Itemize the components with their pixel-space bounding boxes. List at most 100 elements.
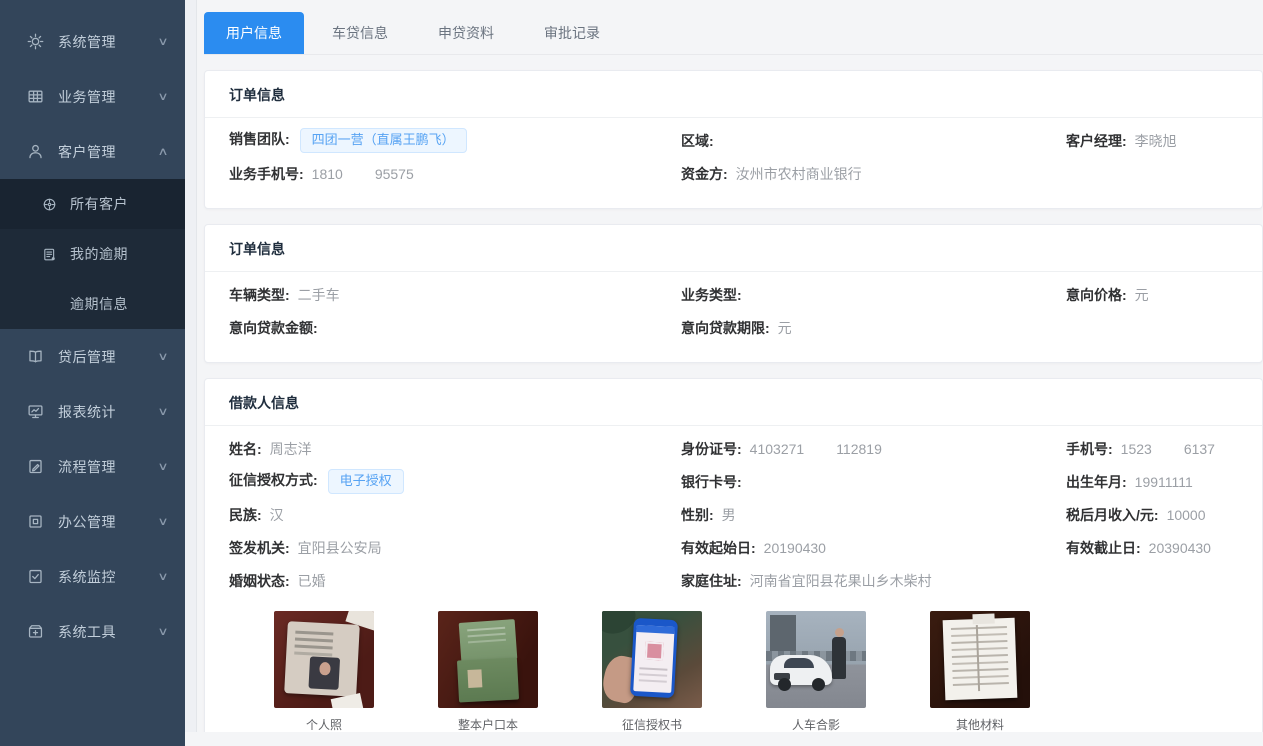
- field-business-type: 业务类型:: [681, 285, 1066, 305]
- book-icon: [26, 348, 44, 366]
- sidebar-item-overdue-info[interactable]: 逾期信息: [0, 279, 185, 329]
- field-value: 李晓旭: [1135, 133, 1177, 149]
- sidebar-item-report-stats[interactable]: 报表统计: [0, 384, 185, 439]
- sidebar-item-label: 贷后管理: [58, 347, 159, 367]
- field-value: 已婚: [298, 573, 326, 589]
- field-value: 1523: [1121, 441, 1152, 457]
- field-row: 业务手机号:181095575 资金方:汝州市农村商业银行: [229, 157, 1238, 190]
- field-value: 1810: [312, 166, 343, 182]
- no-icon: [40, 295, 58, 313]
- field-gender: 性别:男: [681, 505, 1066, 525]
- sidebar-item-process-mgmt[interactable]: 流程管理: [0, 439, 185, 494]
- photo-detail: [308, 656, 340, 690]
- photo-detail: [457, 657, 519, 702]
- card-title: 订单信息: [229, 241, 285, 257]
- photo-detail: [770, 615, 796, 655]
- chevron-down-icon: [157, 35, 168, 48]
- sidebar-item-customer-mgmt[interactable]: 客户管理: [0, 124, 185, 179]
- field-value: 男: [722, 507, 736, 523]
- field-value: 6137: [1184, 441, 1215, 457]
- field-row: 签发机关:宜阳县公安局 有效起始日:20190430 有效截止日:2039043…: [229, 531, 1238, 564]
- person-with-car-photo-thumbnail[interactable]: [766, 611, 866, 708]
- field-label: 客户经理:: [1066, 133, 1127, 149]
- field-region: 区域:: [681, 131, 1066, 151]
- photo-detail: [951, 626, 1007, 630]
- card-body: 姓名:周志洋 身份证号:4103271112819 手机号:15236137 征…: [205, 426, 1262, 732]
- chevron-down-icon: [157, 625, 168, 638]
- tab-carloan-info[interactable]: 车贷信息: [310, 12, 410, 54]
- field-label: 销售团队:: [229, 131, 290, 147]
- photo-detail: [943, 618, 1018, 700]
- field-value: 汝州市农村商业银行: [736, 166, 862, 182]
- field-value: 95575: [375, 166, 414, 182]
- gear-icon: [26, 33, 44, 51]
- photo-detail: [835, 628, 844, 637]
- field-name: 姓名: 周志洋: [229, 439, 681, 459]
- field-value: 4103271: [750, 441, 805, 457]
- photo-caption-row: 个人照 整本户口本 征信授权书 人车合影 其他材料: [229, 716, 1238, 732]
- square-icon: [26, 513, 44, 531]
- household-register-photo-thumbnail[interactable]: [438, 611, 538, 708]
- handwritten-document-photo-thumbnail[interactable]: [930, 611, 1030, 708]
- sidebar-item-all-customers[interactable]: 所有客户: [0, 179, 185, 229]
- photo-detail: [467, 669, 482, 688]
- field-label: 意向贷款金额:: [229, 320, 318, 336]
- redaction-box: [1152, 444, 1184, 456]
- field-row: 征信授权方式:电子授权 银行卡号: 出生年月:19911111: [229, 465, 1238, 498]
- field-row: 销售团队: 四团一营（直属王鹏飞） 区域: 客户经理: 李晓旭: [229, 124, 1238, 157]
- sidebar-item-my-overdue[interactable]: 我的逾期: [0, 229, 185, 279]
- photo-detail: [770, 655, 832, 685]
- field-sales-team: 销售团队: 四团一营（直属王鹏飞）: [229, 128, 681, 153]
- photo-detail: [784, 658, 814, 668]
- field-value: 周志洋: [270, 441, 312, 457]
- photo-detail: [639, 667, 667, 670]
- tab-loan-materials[interactable]: 申贷资料: [416, 12, 516, 54]
- sidebar-item-system-monitor[interactable]: 系统监控: [0, 549, 185, 604]
- photo-caption: 整本户口本: [438, 716, 538, 732]
- field-monthly-income: 税后月收入/元:10000: [1066, 505, 1238, 525]
- sidebar-item-label: 系统管理: [58, 32, 159, 52]
- wheel-icon: [40, 195, 58, 213]
- field-row: 民族:汉 性别:男 税后月收入/元:10000: [229, 498, 1238, 531]
- field-label: 手机号:: [1066, 441, 1113, 457]
- edit-icon: [26, 458, 44, 476]
- sidebar-item-office-mgmt[interactable]: 办公管理: [0, 494, 185, 549]
- qr-code: [645, 642, 664, 661]
- credit-auth-badge[interactable]: 电子授权: [328, 469, 404, 494]
- sidebar-item-business-mgmt[interactable]: 业务管理: [0, 69, 185, 124]
- chevron-down-icon: [157, 90, 168, 103]
- chevron-up-icon: [157, 145, 168, 158]
- field-label: 姓名:: [229, 441, 262, 457]
- photo-detail: [319, 662, 331, 676]
- sidebar-item-postloan-mgmt[interactable]: 贷后管理: [0, 329, 185, 384]
- document-photo-row: [229, 611, 1238, 708]
- sidebar-item-label: 报表统计: [58, 402, 159, 422]
- photo-detail: [832, 637, 846, 679]
- tab-approval-records[interactable]: 审批记录: [522, 12, 622, 54]
- field-valid-from: 有效起始日:20190430: [681, 538, 1066, 558]
- photo-detail: [812, 678, 825, 691]
- photo-detail: [630, 618, 678, 698]
- credit-auth-photo-thumbnail[interactable]: [602, 611, 702, 708]
- tab-user-info[interactable]: 用户信息: [204, 12, 304, 54]
- card-title: 借款人信息: [229, 395, 299, 411]
- sidebar-item-label: 流程管理: [58, 457, 159, 477]
- card-header: 订单信息: [205, 225, 1262, 272]
- sidebar-item-system-mgmt[interactable]: 系统管理: [0, 14, 185, 69]
- detail-tabbar: 用户信息 车贷信息 申贷资料 审批记录: [204, 12, 1263, 55]
- photo-detail: [972, 613, 994, 624]
- order-info-card-1: 订单信息 销售团队:四团一营（直属王鹏飞） 区域: 客户经理:李晓旭 业务手机号…: [204, 70, 1263, 209]
- chevron-down-icon: [157, 515, 168, 528]
- field-issuing-authority: 签发机关:宜阳县公安局: [229, 538, 681, 558]
- redaction-box: [804, 444, 836, 456]
- id-card-photo-thumbnail[interactable]: [274, 611, 374, 708]
- sales-team-badge[interactable]: 四团一营（直属王鹏飞）: [300, 128, 467, 153]
- chevron-down-icon: [157, 405, 168, 418]
- customer-mgmt-submenu: 所有客户 我的逾期 逾期信息: [0, 179, 185, 329]
- field-funder: 资金方:汝州市农村商业银行: [681, 164, 1066, 184]
- card-header: 订单信息: [205, 71, 1262, 118]
- field-intent-loan-amount: 意向贷款金额:: [229, 318, 681, 338]
- sidebar-item-system-tools[interactable]: 系统工具: [0, 604, 185, 659]
- field-label: 业务类型:: [681, 287, 742, 303]
- field-label: 意向贷款期限:: [681, 320, 770, 336]
